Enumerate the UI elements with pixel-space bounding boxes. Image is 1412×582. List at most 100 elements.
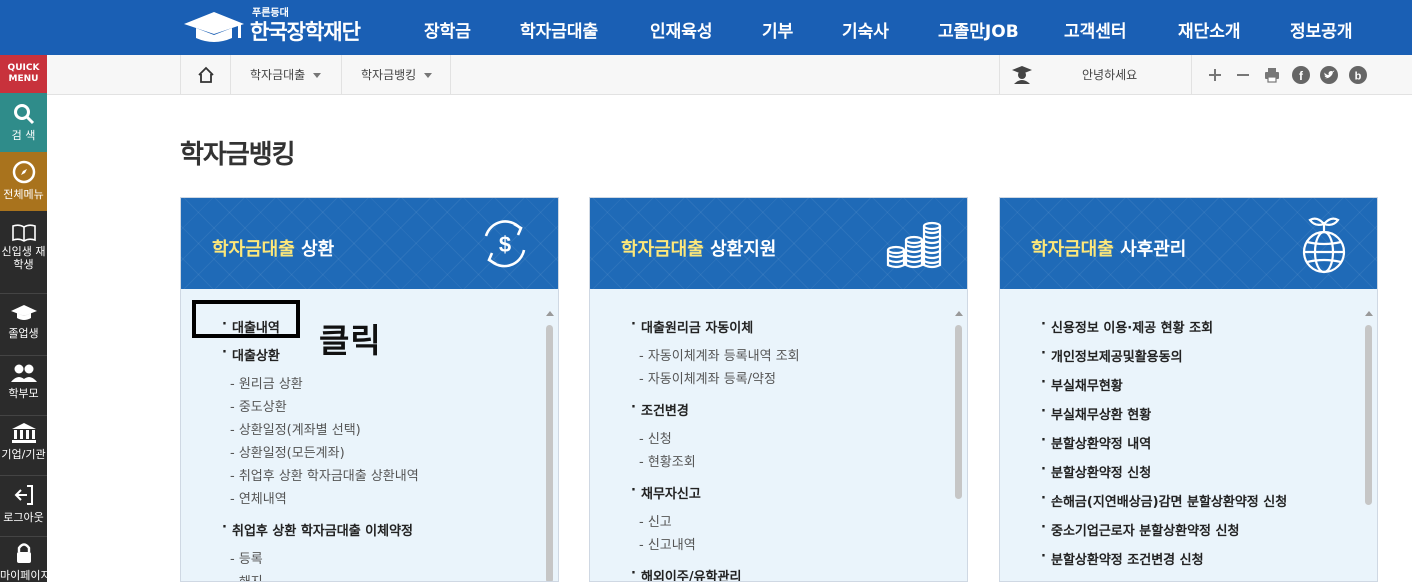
quick-search-label: 검 색 (11, 129, 36, 142)
annotation-highlight-box (192, 300, 300, 338)
nav-item-donation[interactable]: 기부 (762, 17, 793, 42)
quick-graduate-button[interactable]: 졸업생 (0, 303, 47, 351)
link-icl-repayment-history[interactable]: 취업후 상환 학자금대출 상환내역 (230, 465, 419, 484)
link-debtor-report[interactable]: 채무자신고 (631, 483, 701, 502)
card-title-main: 상환지원 (710, 239, 777, 260)
nav-item-job[interactable]: 고졸만JOB (938, 17, 1019, 42)
link-schedule-all[interactable]: 상환일정(모든계좌) (230, 442, 345, 461)
link-principal-interest[interactable]: 원리금 상환 (230, 373, 303, 392)
link-report[interactable]: 신고 (639, 511, 672, 530)
coin-stacks-icon (886, 221, 942, 269)
card-title-prefix: 학자금대출 (621, 239, 711, 260)
scroll-up-arrow[interactable] (1365, 311, 1373, 316)
link-apply[interactable]: 신청 (639, 428, 672, 447)
quick-all-menu-label: 전체메뉴 (3, 188, 44, 201)
svg-text:$: $ (499, 232, 511, 257)
search-icon (13, 104, 34, 125)
link-condition-change[interactable]: 조건변경 (631, 400, 689, 419)
card-title: 학자금대출 상환지원 (621, 235, 776, 261)
card-title-main: 사후관리 (1120, 239, 1187, 260)
logo[interactable]: 푸른등대 한국장학재단 (180, 2, 375, 48)
card-header: 학자금대출 사후관리 (1000, 198, 1377, 289)
link-installment-condition-change[interactable]: 분할상환약정 조건변경 신청 (1041, 549, 1204, 568)
link-bad-debt-status[interactable]: 부실채무현황 (1041, 375, 1123, 394)
quick-student-button[interactable]: 신입생 재학생 (0, 217, 47, 287)
dollar-cycle-icon: $ (484, 220, 526, 268)
scroll-up-arrow[interactable] (546, 311, 554, 316)
page-title: 학자금뱅킹 (180, 140, 296, 170)
compass-icon (12, 160, 35, 184)
bank-icon (11, 423, 36, 443)
quick-company-button[interactable]: 기업/기관 (0, 422, 47, 472)
link-auto-debit-inquiry[interactable]: 자동이체계좌 등록내역 조회 (639, 345, 800, 364)
minus-icon[interactable] (1234, 66, 1252, 84)
logo-name: 한국장학재단 (250, 20, 361, 44)
scrollbar[interactable] (954, 311, 963, 581)
card-link-list: 신용정보 이용·제공 현황 조회 개인정보제공및활용동의 부실채무현황 부실채무… (1000, 289, 1377, 581)
scrollbar-thumb[interactable] (1365, 325, 1372, 505)
nav-item-about[interactable]: 재단소개 (1178, 17, 1241, 42)
link-report-history[interactable]: 신고내역 (639, 534, 696, 553)
link-register[interactable]: 등록 (230, 548, 263, 567)
nav-item-talent[interactable]: 인재육성 (650, 17, 713, 42)
link-auto-debit-register[interactable]: 자동이체계좌 등록/약정 (639, 368, 776, 387)
print-icon[interactable] (1263, 66, 1281, 84)
quick-graduate-label: 졸업생 (8, 327, 39, 340)
card-header: 학자금대출 상환 $ (181, 198, 558, 289)
nav-item-disclosure[interactable]: 정보공개 (1290, 17, 1353, 42)
link-credit-info-inquiry[interactable]: 신용정보 이용·제공 현황 조회 (1041, 317, 1213, 336)
quick-all-menu-button[interactable]: 전체메뉴 (0, 152, 47, 211)
scroll-up-arrow[interactable] (955, 311, 963, 316)
nav-item-student-loan[interactable]: 학자금대출 (520, 17, 598, 42)
quick-mypage-button[interactable]: 마이페이지 (0, 541, 47, 582)
scrollbar-thumb[interactable] (546, 325, 553, 581)
card-title-prefix: 학자금대출 (212, 239, 302, 260)
scrollbar[interactable] (1364, 311, 1373, 581)
link-installment-apply[interactable]: 분할상환약정 신청 (1041, 462, 1151, 481)
link-penalty-reduction[interactable]: 손해금(지연배상금)감면 분할상환약정 신청 (1041, 491, 1287, 510)
breadcrumb-level2-dropdown[interactable]: 학자금뱅킹 (341, 55, 451, 95)
breadcrumb-level2-label: 학자금뱅킹 (361, 68, 417, 82)
home-button[interactable] (180, 55, 230, 95)
chevron-down-icon (424, 73, 433, 78)
link-emigration-study[interactable]: 해외이주/유학관리 (631, 566, 741, 581)
link-privacy-consent[interactable]: 개인정보제공및활용동의 (1041, 346, 1183, 365)
greeting-text: 안녕하세요 (1082, 68, 1138, 82)
annotation-click-label: 클릭 (319, 321, 382, 360)
graduation-cap-icon (10, 305, 37, 320)
link-installment-history[interactable]: 분할상환약정 내역 (1041, 433, 1151, 452)
quick-search-button[interactable]: 검 색 (0, 93, 47, 152)
link-loan-repayment[interactable]: 대출상환 (222, 345, 280, 364)
plus-icon[interactable] (1206, 66, 1224, 84)
card-repayment-support: 학자금대출 상환지원 대출원리금 자동이체 자동이체계좌 등록내역 조회 자동이… (589, 197, 968, 582)
link-icl-auto-transfer[interactable]: 취업후 상환 학자금대출 이체약정 (222, 520, 413, 539)
facebook-icon[interactable]: f (1292, 66, 1310, 84)
link-bad-debt-repayment[interactable]: 부실채무상환 현황 (1041, 404, 1151, 423)
user-graduate-icon (1012, 66, 1032, 84)
quick-logout-button[interactable]: 로그아웃 (0, 483, 47, 533)
scrollbar[interactable] (545, 311, 554, 581)
link-status-inquiry[interactable]: 현황조회 (639, 451, 696, 470)
quick-logout-label: 로그아웃 (3, 511, 44, 524)
lock-icon (16, 543, 31, 563)
link-auto-debit[interactable]: 대출원리금 자동이체 (631, 317, 753, 336)
nav-item-dormitory[interactable]: 기숙사 (842, 17, 889, 42)
link-cancel[interactable]: 해지 (230, 571, 263, 581)
link-schedule-by-account[interactable]: 상환일정(계좌별 선택) (230, 419, 361, 438)
nav-item-scholarship[interactable]: 장학금 (424, 17, 471, 42)
twitter-icon[interactable] (1320, 66, 1338, 84)
link-overdue-history[interactable]: 연체내역 (230, 488, 287, 507)
quick-parent-label: 학부모 (8, 387, 39, 400)
nav-item-customer-center[interactable]: 고객센터 (1064, 17, 1127, 42)
quick-parent-button[interactable]: 학부모 (0, 363, 47, 411)
card-title-prefix: 학자금대출 (1031, 239, 1121, 260)
quick-company-label: 기업/기관 (1, 448, 46, 461)
scrollbar-thumb[interactable] (955, 325, 962, 499)
blog-icon[interactable]: b (1349, 66, 1367, 84)
link-sme-worker-installment[interactable]: 중소기업근로자 분할상환약정 신청 (1041, 520, 1239, 539)
breadcrumb-level1-dropdown[interactable]: 학자금대출 (230, 55, 341, 95)
link-early-repayment[interactable]: 중도상환 (230, 396, 287, 415)
chevron-down-icon (313, 73, 322, 78)
svg-text:b: b (1355, 71, 1362, 83)
quick-menu: QUICK MENU 검 색 전체메뉴 신입생 재학생 졸업생 학부모 기업/기… (0, 55, 47, 582)
